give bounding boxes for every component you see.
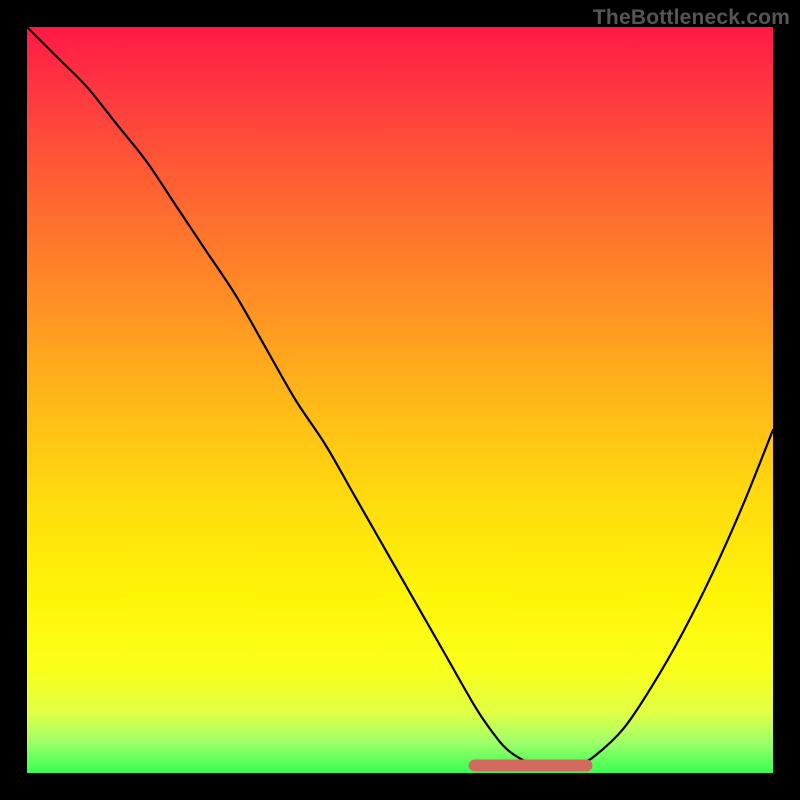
chart-container: TheBottleneck.com <box>0 0 800 800</box>
plot-area <box>27 27 773 773</box>
watermark-text: TheBottleneck.com <box>593 6 790 30</box>
